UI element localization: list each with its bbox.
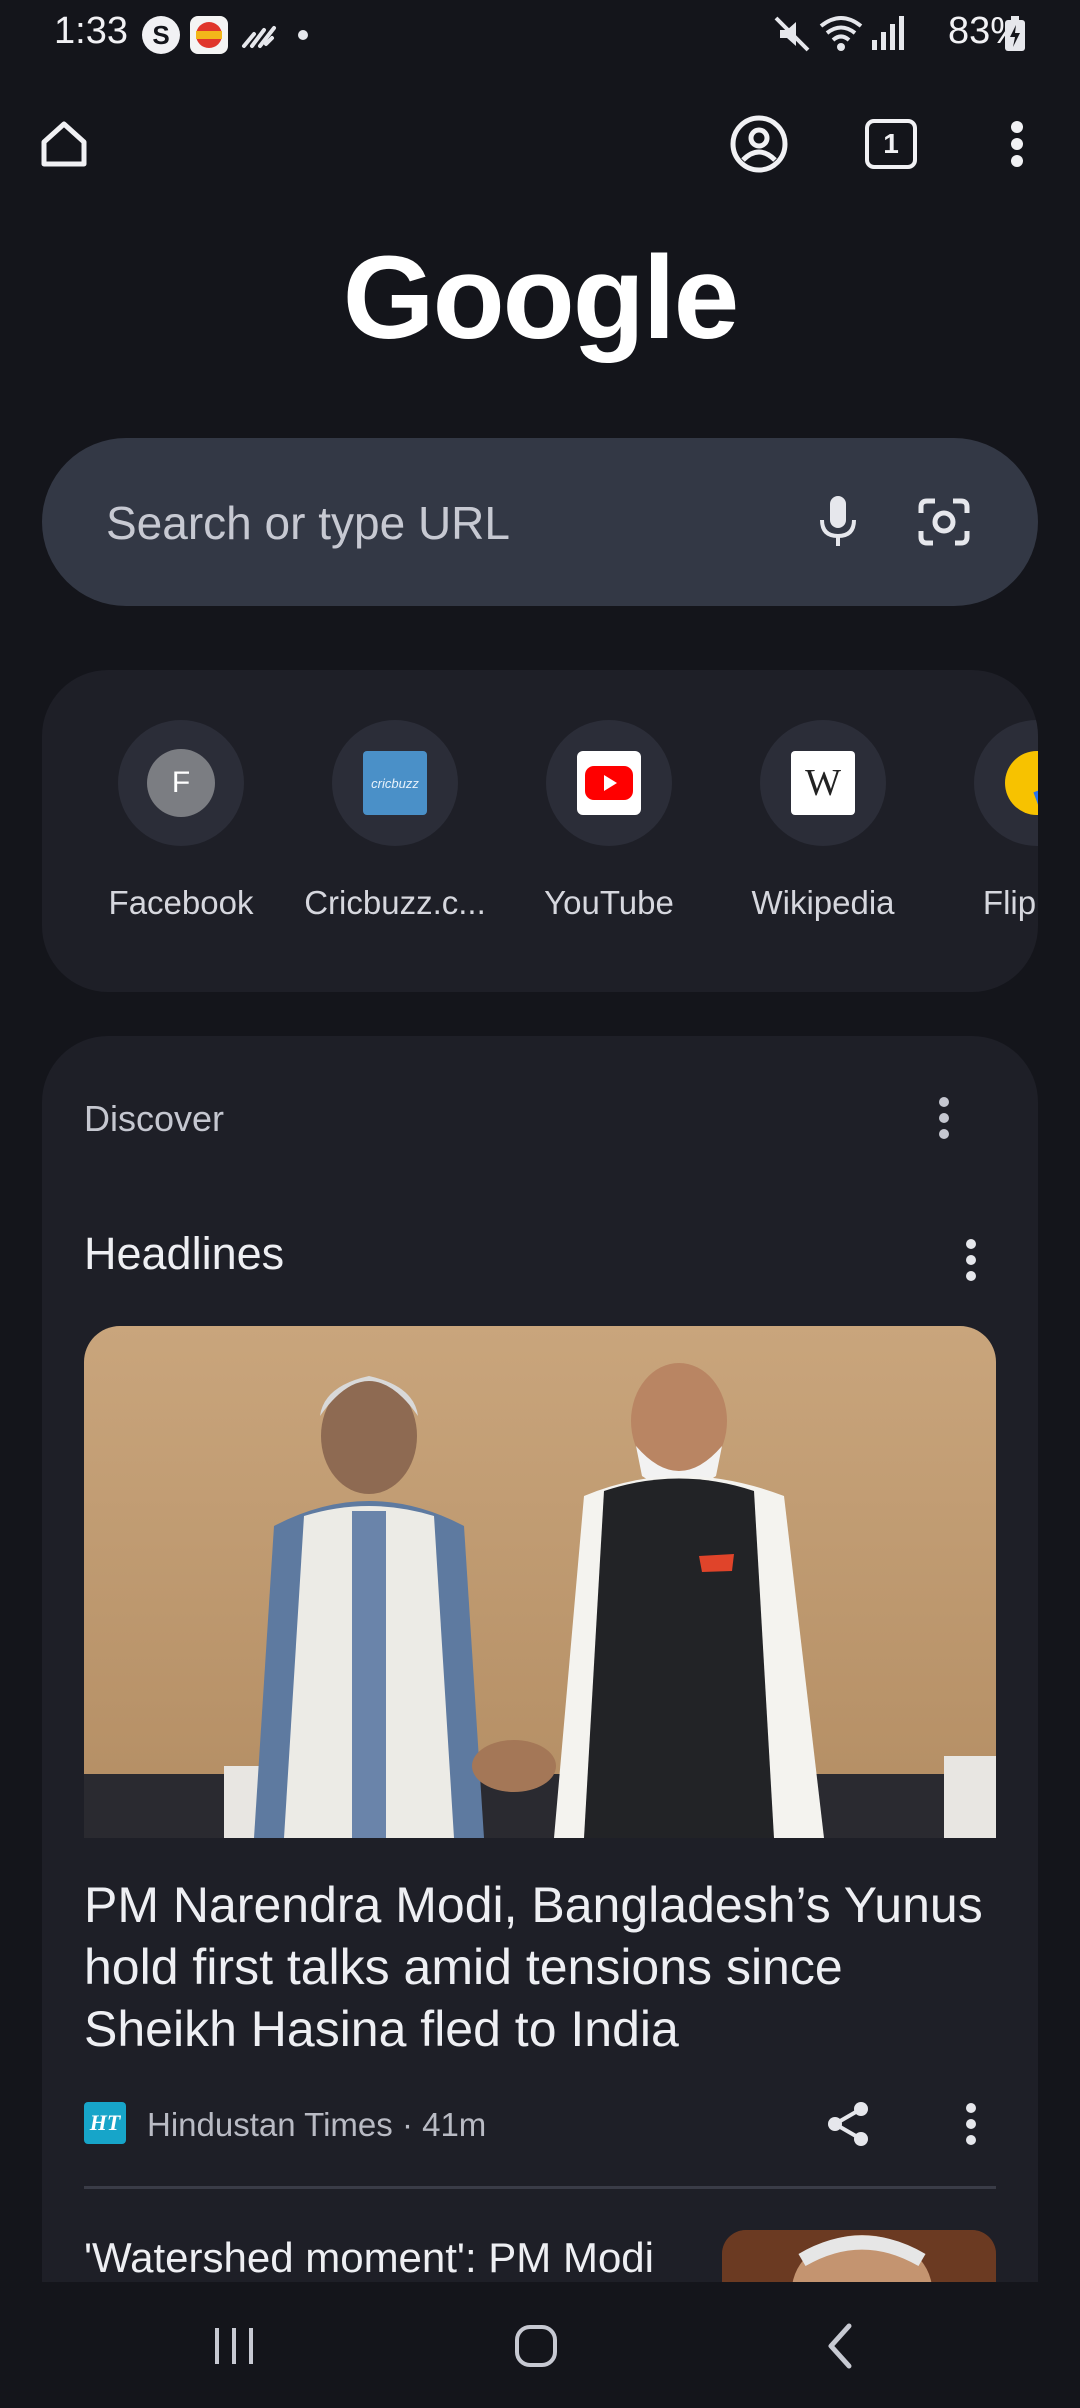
back-button[interactable] [800, 2306, 880, 2386]
source-logo: HT [84, 2102, 126, 2144]
shortcut-label: Cricbuzz.c... [304, 884, 486, 921]
wikipedia-letter: W [805, 762, 841, 804]
recents-button[interactable] [194, 2306, 274, 2386]
more-vert-icon [966, 1239, 976, 1281]
facebook-icon: F [147, 749, 215, 817]
discover-title: Discover [84, 1098, 225, 1139]
shortcut-icon-bg [974, 720, 1038, 846]
wifi-icon [818, 12, 864, 59]
shortcut-icon-bg: cricbuzz [332, 720, 458, 846]
account-icon [730, 115, 788, 173]
status-bar: 1:33 S 83% [0, 0, 1080, 72]
article-title[interactable]: PM Narendra Modi, Bangladesh’s Yunus hol… [84, 1874, 996, 2060]
back-icon [828, 2323, 852, 2369]
skype-icon: S [142, 16, 180, 54]
recents-icon [215, 2328, 253, 2364]
camera-lens-icon [918, 498, 970, 546]
navigation-bar [0, 2282, 1080, 2408]
search-box[interactable] [42, 438, 1038, 606]
cricbuzz-logo-text: cricbuzz [371, 775, 419, 791]
article-image[interactable] [84, 1326, 996, 1838]
shortcut-icon-bg: W [760, 720, 886, 846]
flipkart-icon [1005, 751, 1038, 815]
mute-icon [772, 14, 812, 59]
share-button[interactable] [818, 2094, 878, 2154]
home-button[interactable] [28, 108, 100, 180]
headlines-title: Headlines [84, 1228, 285, 1279]
shortcut-label: Facebook [108, 884, 254, 921]
shortcuts-card: F Facebook cricbuzz Cricbuzz.c... YouTub… [42, 670, 1038, 992]
shortcut-youtube[interactable]: YouTube [502, 720, 716, 940]
search-input[interactable] [104, 486, 748, 560]
article2-title[interactable]: 'Watershed moment': PM Modi [84, 2234, 654, 2282]
shortcut-wikipedia[interactable]: W Wikipedia [716, 720, 930, 940]
article2-thumbnail[interactable] [722, 2230, 996, 2282]
app-icon [190, 16, 228, 54]
lens-search-button[interactable] [906, 484, 982, 560]
shortcut-cricbuzz[interactable]: cricbuzz Cricbuzz.c... [288, 720, 502, 940]
voice-search-button[interactable] [800, 484, 876, 560]
more-vert-icon [966, 2103, 976, 2145]
divider [84, 2186, 996, 2189]
tab-count: 1 [883, 128, 899, 159]
shortcut-label: YouTube [544, 884, 674, 921]
article-menu-button[interactable] [941, 2094, 1001, 2154]
google-logo: Google [342, 232, 739, 364]
youtube-icon [577, 751, 641, 815]
shortcut-flipkart[interactable]: Flipkart [930, 720, 1038, 940]
more-vert-icon [939, 1097, 949, 1139]
shortcut-icon-bg: F [118, 720, 244, 846]
discover-menu-button[interactable] [914, 1088, 974, 1148]
tab-switcher-button[interactable]: 1 [855, 108, 927, 180]
home-nav-button[interactable] [496, 2306, 576, 2386]
home-circle-icon [515, 2325, 557, 2367]
account-button[interactable] [723, 108, 795, 180]
facebook-initial: F [171, 766, 191, 799]
shortcut-facebook[interactable]: F Facebook [74, 720, 288, 940]
chrome-menu-button[interactable] [981, 108, 1053, 180]
share-icon [828, 2102, 868, 2146]
dot-icon [298, 30, 308, 40]
source-logo-text: HT [89, 2110, 121, 2135]
shortcut-label: Wikipedia [751, 884, 895, 921]
tab-count-box: 1 [865, 119, 917, 169]
more-vert-icon [1011, 121, 1023, 167]
home-icon [41, 121, 87, 167]
signal-icon [870, 14, 904, 57]
wikipedia-icon: W [791, 751, 855, 815]
mic-icon [820, 496, 856, 546]
activity-icon [240, 16, 278, 54]
shortcut-icon-bg [546, 720, 672, 846]
shortcut-label: Flipkart [982, 884, 1038, 921]
battery-icon [1004, 16, 1026, 57]
cricbuzz-icon: cricbuzz [363, 751, 427, 815]
status-time: 1:33 [54, 10, 128, 52]
headlines-menu-button[interactable] [941, 1230, 1001, 1290]
article-source: Hindustan Times · 41m [147, 2106, 487, 2143]
